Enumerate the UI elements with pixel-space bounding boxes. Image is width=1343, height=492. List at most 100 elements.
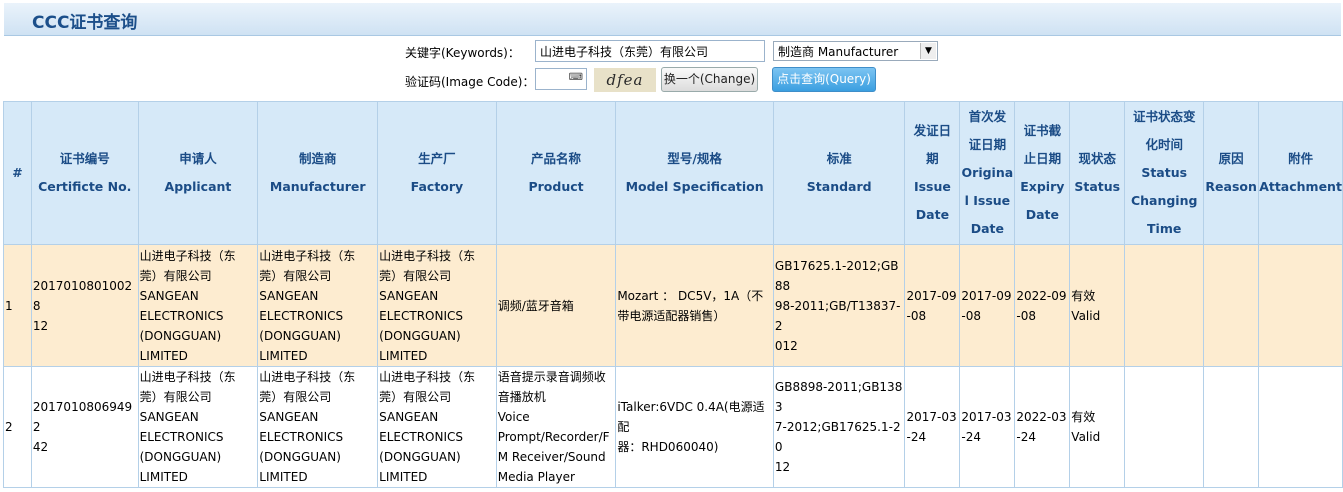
cell-reason [1203,366,1260,488]
cell-line: ELECTRONICS [259,430,344,444]
cell-line: 莞）有限公司 [259,268,332,283]
column-header-orig: 首次发 证日期 Origina l Issue Date [959,101,1016,245]
cell-line: Valid [1071,308,1101,323]
image-code-input[interactable]: ⌨ [535,68,587,90]
cell-line: LIMITED [379,470,428,484]
column-header-line: 现状态 [1078,151,1117,166]
column-header-change: 证书状态变 化时间 Status Changing Time [1124,101,1205,245]
cell-line: SANGEAN [139,288,199,303]
cell-line: 山进电子科技（东 [259,370,356,384]
change-captcha-button[interactable]: 换一个(Change) [661,67,758,92]
column-header-line: Factory [410,179,464,194]
column-header-line: 止日期 [1023,151,1062,166]
cell-line: M Receiver/Sound [497,450,606,464]
column-header-line: Applicant [164,179,232,194]
cell-line: -24 [906,430,927,444]
cell-line: ELECTRONICS [379,430,463,444]
cell-orig: 2017-09 -08 [959,244,1016,367]
search-type-select[interactable]: 制造商 Manufacturer ▼ [773,41,938,61]
cell-product: 语音提示录音调频收 音播放机 Voice Prompt/Recorder/F M Rec… [495,366,617,488]
cell-line: 带电源适配器销售） [617,308,726,323]
cell-line: GB17625.1-2012;GB88 [774,258,899,293]
column-header-line: Attachment [1259,179,1342,194]
column-header-line: 申请人 [179,151,217,166]
cell-expiry: 2022-09 -08 [1014,244,1071,367]
cell-model: iTalker:6VDC 0.4A(电源适配 器：RHD060040) [615,366,774,488]
chevron-down-icon[interactable]: ▼ [920,43,936,59]
cell-line: 2017-09 [961,288,1012,303]
column-header-expiry: 证书截 止日期 Expiry Date [1014,101,1071,245]
column-header-line: Manufacturer [269,179,366,194]
column-header-attach: 附件 Attachment [1258,101,1343,245]
column-header-line: Origina [961,165,1014,180]
cell-manufacturer: 山进电子科技（东 莞）有限公司 SANGEAN ELECTRONICS (DONGGUA… [257,244,379,367]
keywords-input[interactable] [535,40,765,62]
cell-status: 有效 Valid [1069,244,1126,367]
cell-line: 山进电子科技（东 [379,370,476,384]
cell-line: -08 [961,308,981,323]
cell-line: 20170108069492 [32,400,133,434]
cell-line: 莞）有限公司 [139,268,212,283]
column-header-line: Date [1025,207,1059,222]
column-header-line: 证日期 [968,137,1007,152]
cell-applicant: 山进电子科技（东 莞）有限公司 SANGEAN ELECTRONICS (DONGGUA… [137,366,259,488]
column-header-line: 期 [926,151,939,166]
cell-reason [1203,244,1260,367]
cell-line: 2017-03 [961,410,1012,424]
cell-line: 语音提示录音调频收 [497,370,606,384]
cell-line: 有效 [1071,410,1096,424]
column-header-line: Standard [806,179,872,194]
results-table: # 证书编号 Certificte No. 申请人 Applicant 制造商 Manufa… [3,101,1343,488]
cell-line: 20170108010028 [32,278,133,313]
column-header-cert: 证书编号 Certificte No. [30,101,139,245]
column-header-manufacturer: 制造商 Manufacturer [257,101,379,245]
cell-line: -08 [906,308,927,323]
cell-line: Media Player [497,470,575,484]
cell-model: Mozart ： DC5V，1A（不 带电源适配器销售） [615,244,774,367]
cell-line: 山进电子科技（东 [259,248,356,263]
cell-attach [1258,366,1343,488]
captcha-image: dfea [594,68,656,92]
column-header-line: Product [528,179,584,194]
column-header-line: Date [970,221,1004,236]
column-header-standard: 标准 Standard [772,101,906,245]
cell-line: ELECTRONICS [259,308,344,323]
cell-line: Prompt/Recorder/F [497,430,610,444]
cell-line: LIMITED [139,470,188,484]
cell-line: -24 [1016,430,1036,444]
cell-manufacturer: 山进电子科技（东 莞）有限公司 SANGEAN ELECTRONICS (DONGGUA… [257,366,379,488]
column-header-line: # [12,165,23,180]
cell-line: GB8898-2011;GB1383 [774,380,903,414]
cell-line: Voice [497,410,530,424]
column-header-line: 原因 [1218,151,1244,166]
cell-num: 1 [3,244,32,367]
cell-line: 有效 [1071,288,1096,303]
column-header-line: 化时间 [1145,137,1183,152]
column-header-line: 证书截 [1023,123,1062,138]
cell-factory: 山进电子科技（东 莞）有限公司 SANGEAN ELECTRONICS (DONGGUA… [377,244,497,367]
table-row: 2 20170108069492 42 山进电子科技（东 莞）有限公司 SANGEAN EL… [3,366,1343,488]
cell-standard: GB17625.1-2012;GB88 98-2011;GB/T13837-2 01… [772,244,906,367]
column-header-reason: 原因 Reason [1203,101,1260,245]
cell-line: 莞）有限公司 [379,390,452,404]
cell-standard: GB8898-2011;GB1383 7-2012;GB17625.1-20 12 [772,366,906,488]
cell-line: 山进电子科技（东 [139,370,236,384]
cell-line: 2017-03 [906,410,957,424]
title-bar: CCC证书查询 [4,3,1341,36]
cell-applicant: 山进电子科技（东 莞）有限公司 SANGEAN ELECTRONICS (DONGGUA… [137,244,259,367]
column-header-line: 证书编号 [59,151,110,166]
cell-issue: 2017-09 -08 [904,244,961,367]
search-form: 关键字(Keywords)： 制造商 Manufacturer ▼ 验证码(Im… [0,40,1343,96]
query-button[interactable]: 点击查询(Query) [772,67,876,92]
page-title: CCC证书查询 [32,13,138,33]
column-header-line: Date [915,207,950,222]
cell-line: (DONGGUAN) [139,450,222,464]
column-header-line: 首次发 [968,109,1007,124]
cell-change [1124,244,1205,367]
cell-line: 器：RHD060040) [617,440,719,454]
column-header-num: # [3,101,32,245]
cell-status: 有效 Valid [1069,366,1126,488]
cell-expiry: 2022-03 -24 [1014,366,1071,488]
column-header-model: 型号/规格 Model Specification [615,101,774,245]
column-header-issue: 发证日期 Issue Date [904,101,961,245]
